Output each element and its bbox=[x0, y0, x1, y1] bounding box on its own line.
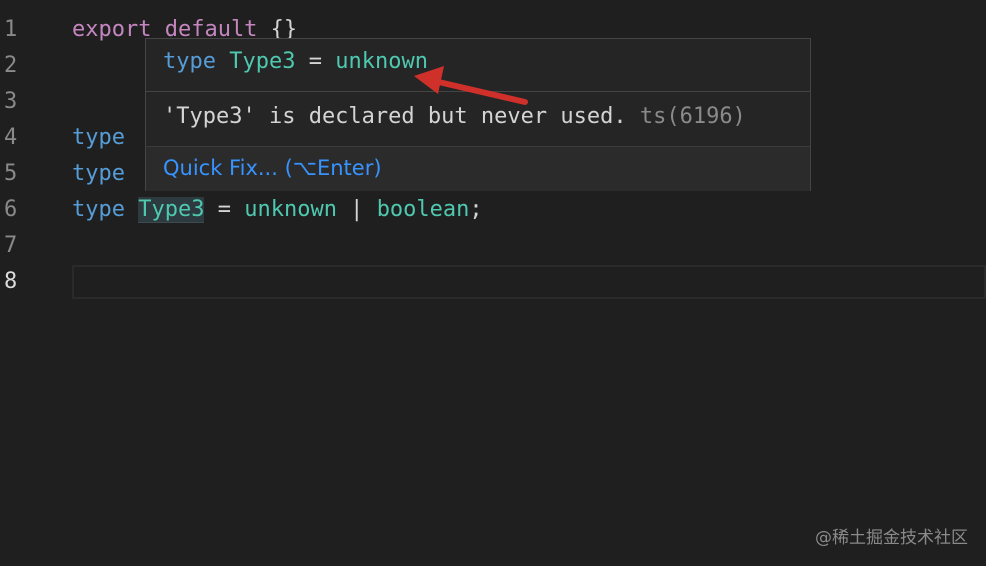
line-number: 6 bbox=[4, 197, 18, 222]
equals-sign: = bbox=[204, 197, 245, 222]
type3-identifier[interactable]: Type3 bbox=[138, 197, 205, 223]
sig-equals: = bbox=[295, 49, 336, 74]
quick-fix-link[interactable]: Quick Fix... (⌥Enter) bbox=[163, 156, 382, 180]
line-number: 7 bbox=[4, 233, 18, 258]
type-keyword: type bbox=[72, 161, 125, 186]
line-number: 5 bbox=[4, 161, 18, 186]
red-arrow-annotation bbox=[414, 66, 528, 105]
sig-type-keyword: type bbox=[163, 49, 216, 74]
code-line-5[interactable]: type bbox=[72, 156, 125, 192]
code-line-6[interactable]: type Type3 = unknown | boolean; bbox=[72, 192, 483, 228]
semicolon: ; bbox=[469, 197, 483, 222]
union-pipe: | bbox=[336, 197, 377, 222]
type-keyword: type bbox=[72, 197, 125, 222]
sig-type-name: Type3 bbox=[229, 49, 296, 74]
type-keyword: type bbox=[72, 125, 125, 150]
line-number: 1 bbox=[4, 17, 18, 42]
boolean-type: boolean bbox=[376, 197, 470, 222]
line-number-active: 8 bbox=[4, 269, 18, 294]
diagnostic-text: 'Type3' is declared but never used. bbox=[163, 104, 627, 129]
diagnostic-code: ts(6196) bbox=[639, 104, 746, 129]
unknown-type: unknown bbox=[244, 197, 337, 222]
current-line-highlight bbox=[72, 265, 986, 299]
line-number: 2 bbox=[4, 53, 18, 78]
hover-actions: Quick Fix... (⌥Enter) bbox=[146, 146, 810, 191]
line-number: 4 bbox=[4, 125, 18, 150]
watermark: @稀土掘金技术社区 bbox=[815, 528, 968, 548]
line-number: 3 bbox=[4, 89, 18, 114]
code-line-4[interactable]: type bbox=[72, 120, 125, 156]
